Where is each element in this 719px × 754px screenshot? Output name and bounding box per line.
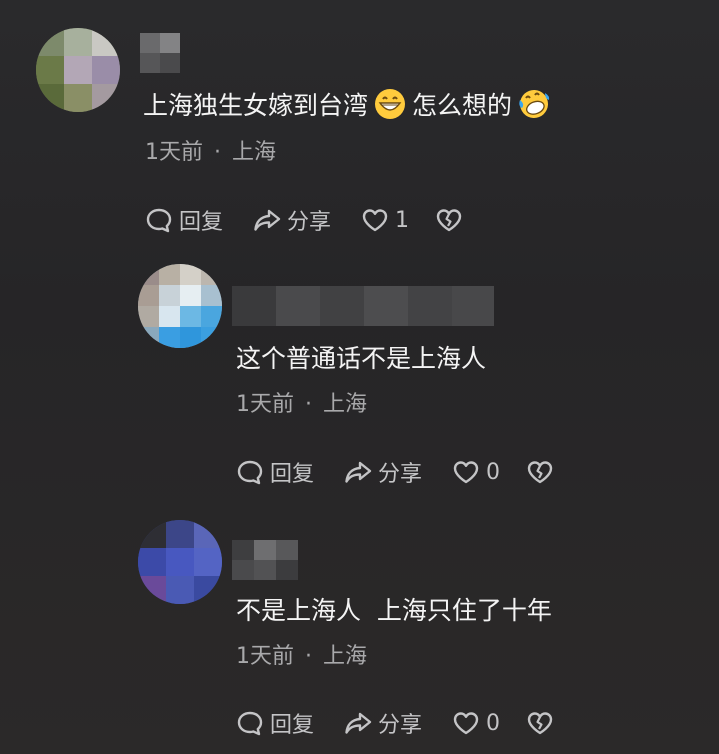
reply-icon: [146, 208, 172, 233]
grinning-emoji-icon: [375, 89, 406, 119]
dislike-button[interactable]: [435, 206, 469, 234]
comment-text-part: 怎么想的: [412, 91, 513, 120]
reply-item: 这个普通话不是上海人 1天前 · 上海 回复 分享 0: [0, 250, 719, 510]
broken-heart-icon: [527, 461, 553, 484]
comment-text: 上海独生女嫁到台湾 怎么想的: [143, 88, 556, 123]
comment-text: 不是上海人 上海只住了十年: [236, 594, 552, 628]
heart-icon: [362, 209, 388, 232]
dislike-button[interactable]: [526, 458, 560, 486]
heart-icon: [453, 461, 479, 484]
reply-label: 回复: [270, 713, 315, 738]
comment-text: 这个普通话不是上海人: [236, 342, 486, 376]
like-count: 1: [395, 207, 410, 233]
share-icon: [254, 209, 281, 231]
comment-actions: 回复 分享 0: [236, 455, 560, 489]
heart-icon: [453, 712, 479, 735]
separator-dot: ·: [305, 392, 312, 417]
like-count: 0: [486, 710, 501, 736]
reply-label: 回复: [179, 210, 224, 235]
avatar[interactable]: [138, 520, 222, 604]
laughing-tears-emoji-icon: [519, 90, 550, 118]
share-button[interactable]: 分享: [344, 456, 422, 488]
share-icon: [345, 712, 372, 734]
reply-item: 不是上海人 上海只住了十年 1天前 · 上海 回复 分享 0: [0, 510, 719, 754]
username[interactable]: [232, 540, 300, 580]
reply-label: 回复: [270, 462, 315, 487]
reply-button[interactable]: 回复: [236, 707, 314, 739]
share-button[interactable]: 分享: [344, 707, 422, 739]
reply-button[interactable]: 回复: [236, 456, 314, 488]
comment-meta: 1天前 · 上海: [145, 138, 276, 168]
avatar[interactable]: [36, 28, 120, 112]
reply-icon: [237, 711, 263, 736]
location: 上海: [232, 140, 277, 165]
timestamp: 1天前: [145, 140, 203, 165]
location: 上海: [323, 644, 368, 669]
username[interactable]: [232, 286, 494, 326]
timestamp: 1天前: [236, 644, 294, 669]
dislike-button[interactable]: [526, 709, 560, 737]
like-button[interactable]: 1: [361, 206, 409, 234]
separator-dot: ·: [214, 140, 221, 165]
comment-actions: 回复 分享 0: [236, 706, 560, 740]
comment-text-part: 不是上海人 上海只住了十年: [236, 596, 552, 625]
timestamp: 1天前: [236, 392, 294, 417]
share-label: 分享: [378, 713, 423, 738]
like-button[interactable]: 0: [452, 709, 500, 737]
username[interactable]: [140, 33, 186, 73]
comment-meta: 1天前 · 上海: [236, 390, 367, 420]
comment-text-part: 这个普通话不是上海人: [236, 344, 487, 373]
share-button[interactable]: 分享: [253, 204, 331, 236]
avatar[interactable]: [138, 264, 222, 348]
like-count: 0: [486, 459, 501, 485]
share-label: 分享: [287, 210, 332, 235]
comment-meta: 1天前 · 上海: [236, 642, 367, 672]
comment-item: 上海独生女嫁到台湾 怎么想的 1天前 · 上海 回复 分享 1: [0, 0, 719, 250]
like-button[interactable]: 0: [452, 458, 500, 486]
share-icon: [345, 461, 372, 483]
broken-heart-icon: [527, 712, 553, 735]
separator-dot: ·: [305, 644, 312, 669]
comment-actions: 回复 分享 1: [145, 203, 469, 237]
comment-text-part: 上海独生女嫁到台湾: [143, 91, 369, 120]
reply-button[interactable]: 回复: [145, 204, 223, 236]
reply-icon: [237, 460, 263, 485]
share-label: 分享: [378, 462, 423, 487]
broken-heart-icon: [436, 209, 462, 232]
location: 上海: [323, 392, 368, 417]
